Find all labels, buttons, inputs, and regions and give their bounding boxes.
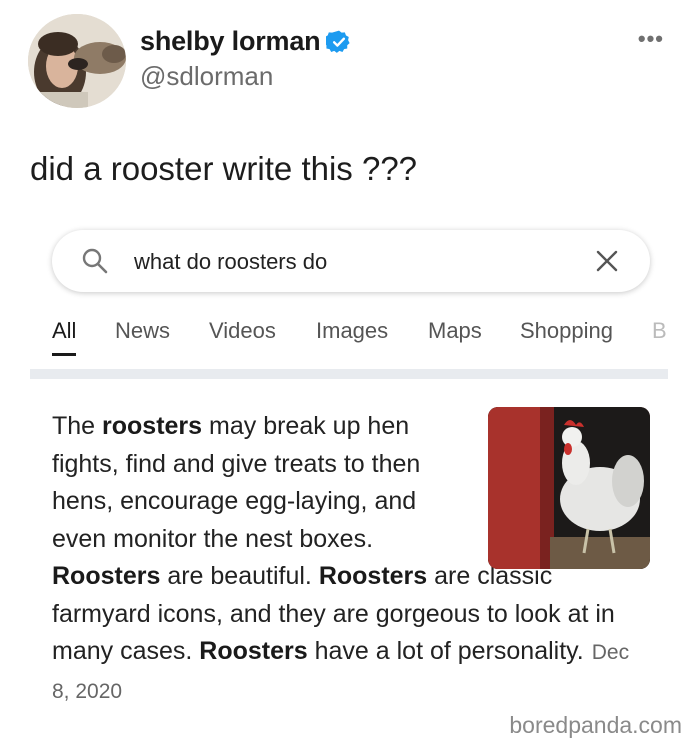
tab-images[interactable]: Images — [316, 318, 388, 344]
display-name[interactable]: shelby lorman — [140, 26, 321, 57]
rooster-image[interactable] — [488, 407, 650, 569]
snippet-text: are beautiful. — [160, 562, 319, 590]
tab-maps[interactable]: Maps — [428, 318, 482, 344]
tab-all[interactable]: All — [52, 318, 76, 344]
search-input[interactable] — [132, 242, 576, 282]
snippet-text: The — [52, 412, 103, 440]
tab-books[interactable]: B — [652, 318, 667, 344]
snippet-keyword: Roosters — [52, 562, 161, 590]
search-icon[interactable] — [80, 246, 110, 276]
watermark: boredpanda.com — [509, 712, 682, 738]
avatar-photo — [28, 14, 126, 108]
author-name-row: shelby lorman — [140, 26, 352, 57]
close-icon[interactable] — [594, 248, 620, 274]
snippet-keyword: Roosters — [199, 637, 308, 665]
active-tab-indicator — [52, 353, 76, 356]
tweet-text: did a rooster write this ??? — [30, 150, 418, 187]
tab-news[interactable]: News — [115, 318, 170, 344]
tab-shopping[interactable]: Shopping — [520, 318, 613, 344]
verified-badge-icon — [324, 29, 352, 55]
search-bar[interactable] — [52, 230, 650, 292]
snippet-text: have a lot of personality. — [307, 637, 584, 665]
more-horizontal-icon[interactable]: ••• — [638, 26, 664, 52]
tab-videos[interactable]: Videos — [209, 318, 276, 344]
snippet-keyword: roosters — [102, 412, 203, 440]
user-handle[interactable]: @sdlorman — [140, 61, 273, 92]
avatar[interactable] — [28, 14, 126, 108]
tabs-divider — [30, 369, 668, 379]
search-tabs: All News Videos Images Maps Shopping B — [52, 318, 700, 358]
snippet-keyword: Roosters — [318, 562, 428, 590]
